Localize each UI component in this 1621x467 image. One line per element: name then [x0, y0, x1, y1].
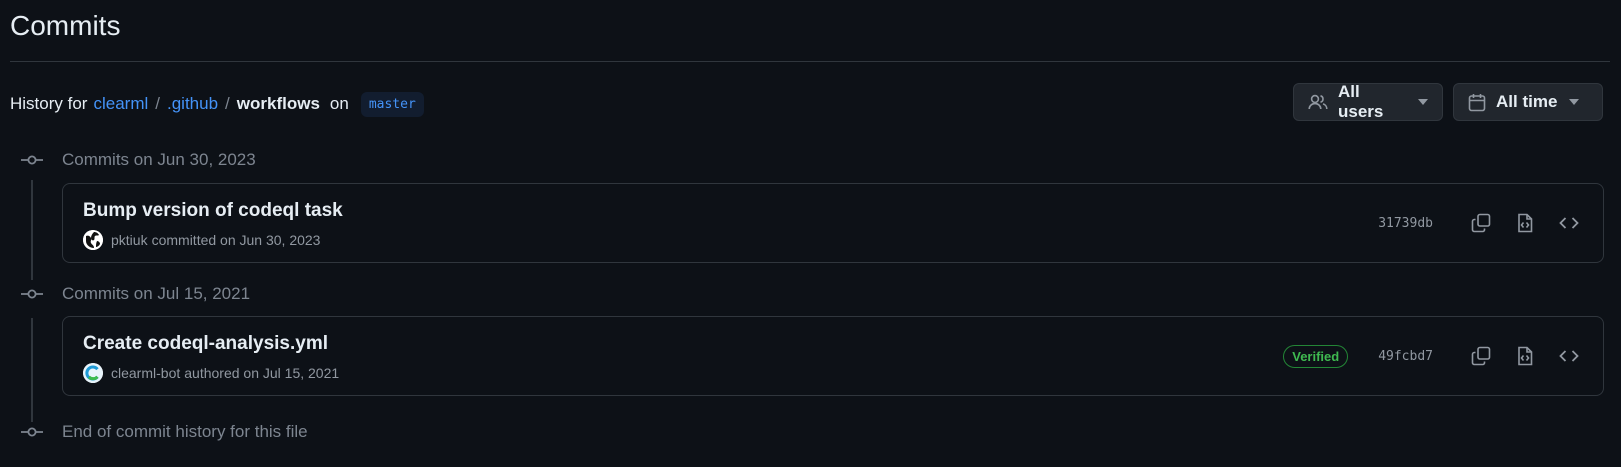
all-users-button[interactable]: All users	[1293, 82, 1443, 121]
folder-link[interactable]: .github	[167, 94, 218, 114]
commit-row: Bump version of codeql task pktiuk commi…	[62, 183, 1604, 263]
avatar[interactable]	[83, 230, 103, 250]
caret-down-icon	[1418, 99, 1428, 105]
code-icon[interactable]	[1555, 342, 1583, 370]
git-commit-icon	[20, 426, 44, 438]
caret-down-icon	[1569, 99, 1580, 105]
commit-action: committed on Jun 30, 2023	[151, 232, 321, 248]
copy-icon[interactable]	[1467, 342, 1495, 370]
commit-group-date: Commits on Jul 15, 2021	[62, 284, 251, 303]
commit-meta: pktiuk committed on Jun 30, 2023	[83, 230, 320, 250]
page-title: Commits	[10, 10, 121, 41]
breadcrumb-separator: /	[225, 94, 230, 113]
commit-sha-link[interactable]: 49fcbd7	[1378, 349, 1433, 364]
file-code-icon[interactable]	[1511, 209, 1539, 237]
breadcrumb-separator: /	[155, 94, 160, 113]
commits-page: Commits History for clearml / .github / …	[0, 0, 1621, 467]
commit-group-heading: Commits on Jul 15, 2021	[20, 282, 250, 306]
all-users-label: All users	[1338, 82, 1384, 121]
commit-row: Create codeql-analysis.yml clearml-bot a…	[62, 316, 1604, 396]
all-time-button[interactable]: All time	[1453, 83, 1603, 121]
calendar-icon	[1468, 93, 1486, 112]
git-commit-icon	[20, 154, 44, 166]
avatar[interactable]	[83, 363, 103, 383]
current-folder: workflows	[236, 94, 320, 113]
commit-action: authored on Jul 15, 2021	[184, 365, 340, 381]
branch-badge[interactable]: master	[360, 91, 424, 117]
commit-author[interactable]: pktiuk	[111, 232, 148, 248]
commit-title-link[interactable]: Create codeql-analysis.yml	[83, 333, 328, 355]
git-commit-icon	[20, 288, 44, 300]
verified-badge[interactable]: Verified	[1283, 344, 1349, 368]
history-prefix: History for	[10, 94, 88, 113]
on-label: on	[329, 94, 349, 113]
commit-title-link[interactable]: Bump version of codeql task	[83, 200, 343, 222]
commit-actions: Verified 49fcbd7	[1283, 317, 1583, 395]
commit-author[interactable]: clearml-bot	[111, 365, 180, 381]
code-icon[interactable]	[1555, 209, 1583, 237]
commit-actions: 31739db	[1378, 184, 1583, 262]
end-of-history-text: End of commit history for this file	[62, 422, 308, 441]
end-of-history: End of commit history for this file	[20, 420, 308, 444]
copy-icon[interactable]	[1467, 209, 1495, 237]
commit-group-heading: Commits on Jun 30, 2023	[20, 148, 256, 172]
commit-meta: clearml-bot authored on Jul 15, 2021	[83, 363, 339, 383]
repo-link[interactable]: clearml	[93, 94, 148, 114]
title-divider	[10, 61, 1610, 62]
file-code-icon[interactable]	[1511, 342, 1539, 370]
timeline-line	[31, 180, 33, 280]
people-icon	[1308, 93, 1328, 111]
all-time-label: All time	[1496, 92, 1558, 111]
commit-group-date: Commits on Jun 30, 2023	[62, 150, 256, 169]
timeline-line	[31, 318, 33, 422]
breadcrumb: History for clearml / .github / workflow…	[10, 90, 424, 118]
commit-sha-link[interactable]: 31739db	[1378, 216, 1433, 231]
